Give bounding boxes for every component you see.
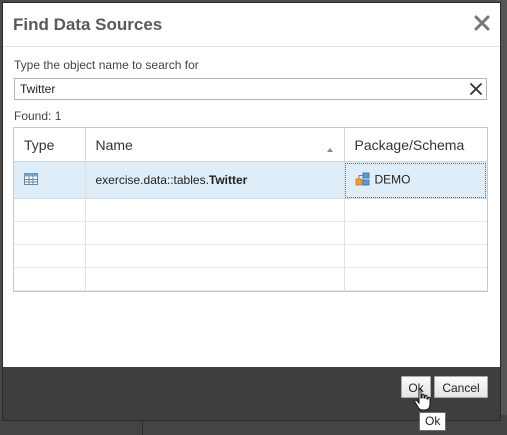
sort-ascending-icon	[326, 141, 334, 157]
column-header-type[interactable]: Type	[14, 128, 86, 162]
column-header-name[interactable]: Name	[85, 128, 345, 162]
column-header-name-label: Name	[95, 136, 133, 153]
table-row-empty	[14, 244, 487, 268]
table-row-empty	[14, 221, 487, 245]
package-cell: DEMO	[344, 161, 487, 199]
package-icon	[355, 172, 371, 189]
search-prompt-label: Type the object name to search for	[14, 58, 199, 72]
column-header-package-schema[interactable]: Package/Schema	[344, 128, 487, 162]
search-input[interactable]	[15, 79, 460, 99]
table-row[interactable]: exercise.data::tables.Twitter DEMO	[14, 161, 487, 199]
grid-header-row: Type Name Package/Schema	[14, 128, 487, 162]
type-cell	[14, 161, 86, 199]
find-data-sources-dialog: Find Data Sources Type the object name t…	[2, 2, 501, 421]
dialog-title: Find Data Sources	[13, 15, 163, 34]
tooltip: Ok	[419, 412, 447, 431]
clear-search-icon[interactable]	[468, 81, 484, 97]
close-icon[interactable]	[472, 13, 492, 33]
search-field	[14, 78, 487, 100]
results-grid: Type Name Package/Schema exercise.data::…	[13, 127, 488, 292]
object-name-match: Twitter	[208, 173, 248, 187]
package-name: DEMO	[374, 172, 411, 187]
table-row-empty	[14, 198, 487, 222]
table-row-empty	[14, 267, 487, 291]
dialog-header: Find Data Sources	[3, 3, 500, 47]
results-count: Found: 1	[14, 109, 62, 123]
hand-cursor-icon	[413, 388, 431, 412]
object-name-prefix: exercise.data::tables.	[95, 173, 209, 187]
table-icon	[24, 172, 38, 188]
cancel-button[interactable]: Cancel	[434, 376, 488, 398]
name-cell: exercise.data::tables.Twitter	[85, 161, 345, 199]
